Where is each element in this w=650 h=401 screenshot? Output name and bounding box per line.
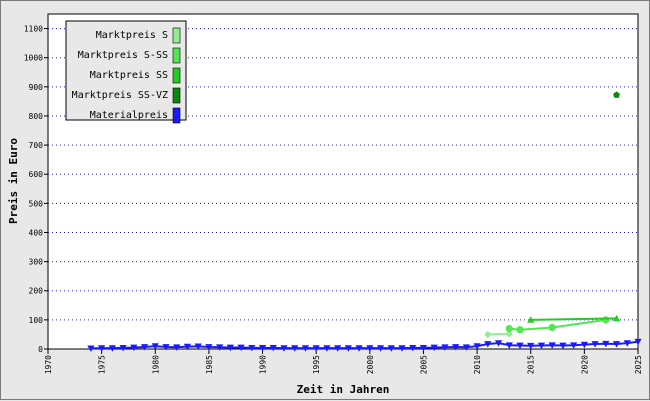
- chart-svg: 0 100 200 300 400 500 600 700 800 900 1000 1100 1970…: [7, 13, 643, 396]
- y-tick-label: 400: [29, 228, 44, 237]
- data-point: [548, 323, 556, 332]
- x-tick-label: 2005: [419, 355, 428, 374]
- chart-frame: 0 100 200 300 400 500 600 700 800 900 1000 1100 1970…: [0, 0, 650, 400]
- y-tick-label: 700: [29, 141, 44, 150]
- y-tick-label: 800: [29, 112, 44, 121]
- x-tick-label: 2025: [634, 355, 643, 374]
- y-tick-label: 1000: [24, 54, 43, 63]
- x-tick-label: 2010: [473, 355, 482, 374]
- y-tick-label: 200: [29, 287, 44, 296]
- legend-swatch: [172, 47, 181, 64]
- legend-swatch: [172, 67, 181, 84]
- x-tick-label: 1985: [205, 355, 214, 374]
- data-point: [505, 325, 513, 333]
- x-tick-label: 1995: [312, 355, 321, 374]
- data-point: [516, 326, 524, 334]
- data-point: [602, 316, 610, 324]
- legend-label: Marktpreis SS: [90, 70, 168, 81]
- legend-label: Marktpreis SS-VZ: [72, 90, 168, 101]
- x-tick-label: 2015: [527, 355, 536, 374]
- y-tick-label: 500: [29, 199, 44, 208]
- legend: Marktpreis S Marktpreis S-SS Marktpreis SS…: [65, 20, 187, 124]
- x-tick-label: 1975: [98, 355, 107, 374]
- legend-swatch: [172, 87, 181, 104]
- y-tick-label: 0: [38, 345, 43, 354]
- x-tick-label: 1980: [151, 355, 160, 374]
- y-tick-label: 300: [29, 258, 44, 267]
- x-tick-label: 2000: [366, 355, 375, 374]
- y-tick-label: 900: [29, 83, 44, 92]
- x-tick-label: 2020: [580, 355, 589, 374]
- legend-swatch: [172, 107, 181, 124]
- legend-label: Materialpreis: [90, 110, 168, 121]
- x-tick-label: 1990: [259, 355, 268, 374]
- y-tick-label: 600: [29, 170, 44, 179]
- y-axis-title: Preis in Euro: [7, 138, 20, 224]
- legend-swatch: [172, 27, 181, 44]
- x-axis-title: Zeit in Jahren: [297, 383, 390, 396]
- x-tick-label: 1970: [44, 355, 53, 374]
- legend-label: Marktpreis S-SS: [78, 50, 168, 61]
- legend-label: Marktpreis S: [96, 30, 168, 41]
- y-tick-label: 100: [29, 316, 44, 325]
- y-tick-label: 1100: [24, 25, 43, 34]
